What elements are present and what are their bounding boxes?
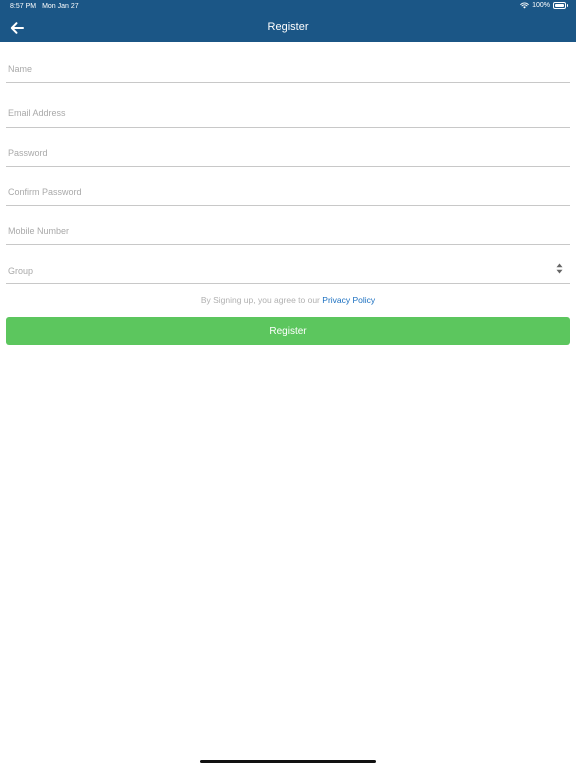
status-right: 100% bbox=[520, 2, 568, 9]
register-form: Group bbox=[6, 42, 570, 284]
group-select-label: Group bbox=[8, 266, 34, 276]
agreement-text: By Signing up, you agree to our Privacy … bbox=[0, 295, 576, 305]
mobile-number-input[interactable] bbox=[6, 206, 570, 244]
group-select[interactable]: Group bbox=[6, 245, 570, 284]
password-field-row bbox=[6, 128, 570, 167]
email-field-row bbox=[6, 83, 570, 128]
wifi-icon bbox=[520, 2, 529, 9]
sort-arrows-icon bbox=[556, 263, 563, 274]
password-input[interactable] bbox=[6, 128, 570, 166]
home-indicator bbox=[200, 760, 376, 763]
nav-bar: Register bbox=[0, 14, 576, 42]
email-input[interactable] bbox=[6, 83, 570, 127]
status-bar: 8:57 PM Mon Jan 27 100% bbox=[0, 0, 576, 14]
confirm-password-input[interactable] bbox=[6, 167, 570, 205]
app-header: 8:57 PM Mon Jan 27 100% Register bbox=[0, 0, 576, 42]
status-left: 8:57 PM Mon Jan 27 bbox=[10, 3, 79, 10]
status-date: Mon Jan 27 bbox=[42, 3, 79, 10]
name-field-row bbox=[6, 42, 570, 83]
agreement-prefix: By Signing up, you agree to our bbox=[200, 295, 320, 305]
register-button[interactable]: Register bbox=[6, 317, 570, 345]
page-title: Register bbox=[267, 21, 309, 33]
battery-icon bbox=[553, 2, 568, 9]
battery-percent: 100% bbox=[532, 2, 550, 9]
confirm-password-field-row bbox=[6, 167, 570, 206]
status-time: 8:57 PM bbox=[10, 3, 37, 10]
mobile-field-row bbox=[6, 206, 570, 245]
privacy-policy-link[interactable]: Privacy Policy bbox=[322, 295, 375, 305]
name-input[interactable] bbox=[6, 42, 570, 82]
